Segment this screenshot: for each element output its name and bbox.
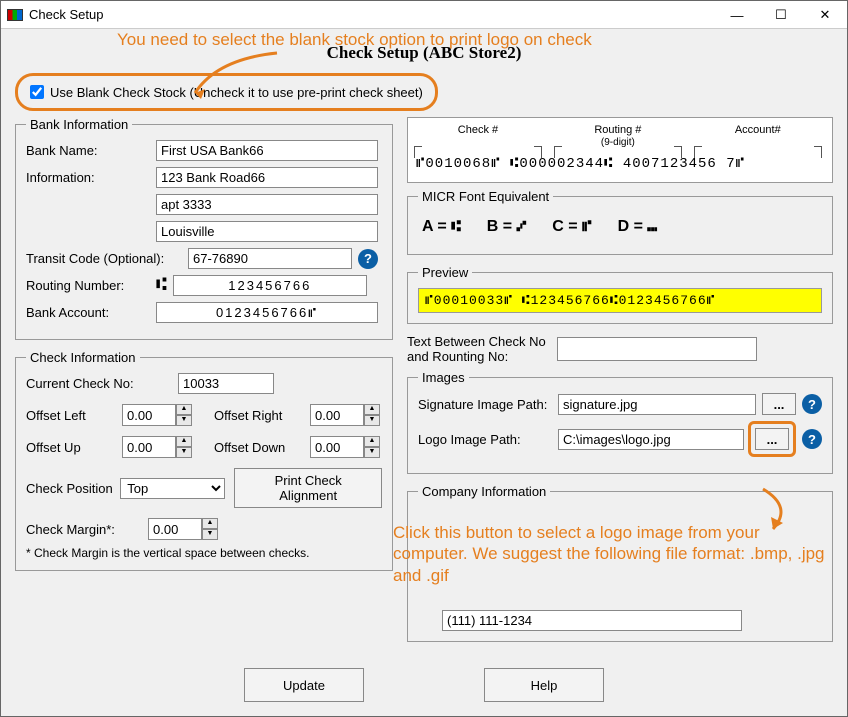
- logo-path-label: Logo Image Path:: [418, 432, 558, 447]
- transit-code-input[interactable]: [188, 248, 352, 269]
- micr-routing-sub: (9-digit): [601, 137, 635, 148]
- offset-down-spinner[interactable]: ▲▼: [310, 436, 380, 458]
- spin-down[interactable]: ▼: [176, 415, 192, 426]
- spin-down[interactable]: ▼: [176, 447, 192, 458]
- company-information-legend: Company Information: [418, 484, 550, 499]
- text-between-label: Text Between Check No and Rounting No:: [407, 334, 557, 364]
- transit-help-icon[interactable]: ?: [358, 249, 378, 269]
- routing-number-input[interactable]: [173, 275, 367, 296]
- offset-left-spinner[interactable]: ▲▼: [122, 404, 192, 426]
- signature-browse-button[interactable]: ...: [762, 393, 796, 415]
- routing-number-label: Routing Number:: [26, 278, 156, 293]
- app-icon: [7, 9, 23, 21]
- bank-city-input[interactable]: [156, 221, 378, 242]
- check-margin-label: Check Margin*:: [26, 522, 148, 537]
- offset-down-label: Offset Down: [214, 440, 310, 455]
- micr-font-equivalent-group: MICR Font Equivalent A = ⑆ B = ⑇ C = ⑈ D…: [407, 189, 833, 255]
- offset-up-input[interactable]: [122, 436, 176, 458]
- logo-help-icon[interactable]: ?: [802, 429, 822, 449]
- micr-sample: Check # Routing # (9-digit) Account#: [407, 117, 833, 183]
- check-information-group: Check Information Current Check No: Offs…: [15, 350, 393, 571]
- images-legend: Images: [418, 370, 469, 385]
- dialog-title: Check Setup (ABC Store2): [15, 43, 833, 63]
- company-phone-input[interactable]: [442, 610, 742, 631]
- spin-down[interactable]: ▼: [202, 529, 218, 540]
- titlebar: Check Setup — ☐ ✕: [1, 1, 847, 29]
- bank-name-label: Bank Name:: [26, 143, 156, 158]
- spin-down[interactable]: ▼: [364, 415, 380, 426]
- offset-up-label: Offset Up: [26, 440, 122, 455]
- transit-code-label: Transit Code (Optional):: [26, 251, 188, 266]
- window-title: Check Setup: [29, 7, 103, 22]
- spin-up[interactable]: ▲: [364, 404, 380, 415]
- check-position-select[interactable]: Top: [120, 478, 224, 499]
- bank-name-input[interactable]: [156, 140, 378, 161]
- bank-account-label: Bank Account:: [26, 305, 156, 320]
- window-maximize-button[interactable]: ☐: [759, 1, 803, 29]
- bank-information-group: Bank Information Bank Name: Information:: [15, 117, 393, 340]
- logo-browse-highlight: ...: [748, 421, 796, 457]
- check-information-legend: Check Information: [26, 350, 140, 365]
- offset-right-spinner[interactable]: ▲▼: [310, 404, 380, 426]
- use-blank-stock-option[interactable]: Use Blank Check Stock (Uncheck it to use…: [15, 73, 438, 111]
- offset-right-input[interactable]: [310, 404, 364, 426]
- bank-info-label: Information:: [26, 170, 156, 185]
- bank-addr2-input[interactable]: [156, 194, 378, 215]
- help-button[interactable]: Help: [484, 668, 604, 702]
- logo-browse-button[interactable]: ...: [755, 428, 789, 450]
- current-check-no-input[interactable]: [178, 373, 274, 394]
- signature-path-label: Signature Image Path:: [418, 397, 558, 412]
- offset-up-spinner[interactable]: ▲▼: [122, 436, 192, 458]
- bank-account-input[interactable]: [156, 302, 378, 323]
- spin-up[interactable]: ▲: [176, 436, 192, 447]
- micr-check-header: Check #: [458, 124, 498, 136]
- spin-down[interactable]: ▼: [364, 447, 380, 458]
- micr-sample-line: ⑈0010068⑈ ⑆000002344⑆ 4007123456 7⑈: [416, 156, 824, 172]
- use-blank-stock-label: Use Blank Check Stock (Uncheck it to use…: [50, 85, 423, 100]
- offset-right-label: Offset Right: [214, 408, 310, 423]
- check-position-label: Check Position: [26, 481, 120, 496]
- window: Check Setup — ☐ ✕ You need to select the…: [0, 0, 848, 717]
- routing-prefix-symbol: ⑆: [156, 276, 167, 296]
- bank-addr1-input[interactable]: [156, 167, 378, 188]
- micr-routing-header: Routing #: [594, 124, 641, 136]
- bank-information-legend: Bank Information: [26, 117, 132, 132]
- images-group: Images Signature Image Path: ... ? Logo …: [407, 370, 833, 474]
- micr-eq-b: B = ⑇: [487, 218, 526, 236]
- offset-down-input[interactable]: [310, 436, 364, 458]
- check-margin-input[interactable]: [148, 518, 202, 540]
- micr-account-header: Account#: [735, 124, 781, 136]
- text-between-input[interactable]: [557, 337, 757, 361]
- check-margin-spinner[interactable]: ▲▼: [148, 518, 218, 540]
- micr-preview: ⑈00010033⑈ ⑆123456766⑆0123456766⑈: [418, 288, 822, 313]
- spin-up[interactable]: ▲: [202, 518, 218, 529]
- update-button[interactable]: Update: [244, 668, 364, 702]
- spin-up[interactable]: ▲: [176, 404, 192, 415]
- preview-legend: Preview: [418, 265, 472, 280]
- company-information-group: Company Information: [407, 484, 833, 642]
- preview-group: Preview ⑈00010033⑈ ⑆123456766⑆0123456766…: [407, 265, 833, 324]
- micr-font-equivalent-legend: MICR Font Equivalent: [418, 189, 553, 204]
- print-check-alignment-button[interactable]: Print Check Alignment: [234, 468, 382, 508]
- offset-left-label: Offset Left: [26, 408, 122, 423]
- check-margin-note: * Check Margin is the vertical space bet…: [26, 546, 382, 560]
- logo-path-input[interactable]: [558, 429, 744, 450]
- signature-path-input[interactable]: [558, 394, 756, 415]
- micr-eq-c: C = ⑈: [552, 218, 591, 236]
- window-close-button[interactable]: ✕: [803, 1, 847, 29]
- current-check-no-label: Current Check No:: [26, 376, 178, 391]
- micr-eq-a: A = ⑆: [422, 218, 461, 236]
- signature-help-icon[interactable]: ?: [802, 394, 822, 414]
- spin-up[interactable]: ▲: [364, 436, 380, 447]
- window-minimize-button[interactable]: —: [715, 1, 759, 29]
- micr-eq-d: D = ⑉: [618, 218, 657, 236]
- use-blank-stock-checkbox[interactable]: [30, 85, 44, 99]
- offset-left-input[interactable]: [122, 404, 176, 426]
